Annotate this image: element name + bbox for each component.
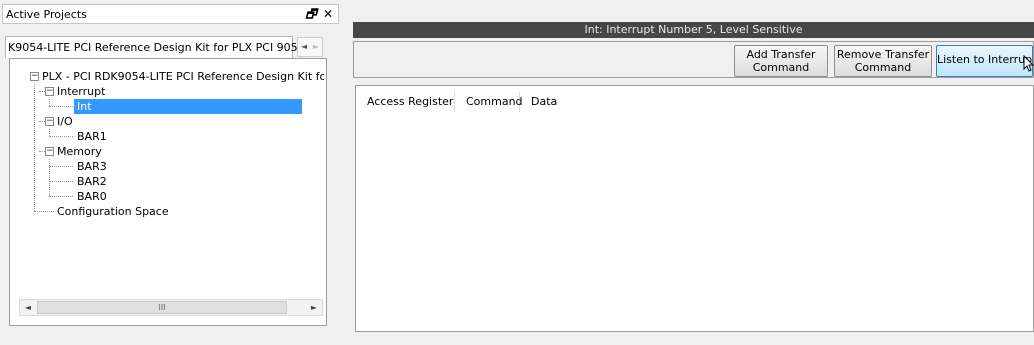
tree-node-label: BAR2 [77, 175, 107, 188]
scroll-thumb[interactable]: III [37, 301, 287, 314]
tree-node-label: I/O [57, 115, 73, 128]
tree-line [49, 196, 73, 197]
tab-scroll-right-icon[interactable]: ► [310, 38, 322, 56]
button-label-line1: Remove Transfer [836, 48, 930, 61]
tree-node-label: Int [74, 99, 302, 114]
collapse-icon[interactable]: − [45, 87, 54, 96]
tree-node-label: BAR1 [77, 130, 107, 143]
tree-node-label: BAR0 [77, 190, 107, 203]
project-tab[interactable]: K9054-LITE PCI Reference Design Kit for … [5, 36, 305, 58]
column-header-access-register[interactable]: Access Register [356, 92, 455, 112]
tree-node-label: PLX - PCI RDK9054-LITE PCI Reference Des… [42, 70, 324, 83]
grid-header: Access Register Command Data [356, 92, 560, 112]
collapse-icon[interactable]: − [45, 117, 54, 126]
tab-scroll-buttons: ◄ ► [297, 37, 323, 57]
add-transfer-command-button[interactable]: Add Transfer Command [734, 45, 828, 77]
button-label: Listen to Interrupts [937, 53, 1033, 66]
detail-title-bar: Int: Interrupt Number 5, Level Sensitive [353, 22, 1034, 38]
column-header-data[interactable]: Data [520, 92, 560, 112]
collapse-icon[interactable]: − [30, 72, 39, 81]
tree-node-label: BAR3 [77, 160, 107, 173]
remove-transfer-command-button[interactable]: Remove Transfer Command [834, 45, 932, 77]
button-label-line2: Command [752, 61, 810, 74]
tree-line [49, 181, 73, 182]
panel-header: Active Projects 🗗 ✕ [2, 4, 339, 24]
tree-line [49, 106, 73, 107]
column-header-command[interactable]: Command [455, 92, 523, 112]
button-label-line1: Add Transfer [746, 48, 816, 61]
close-icon[interactable]: ✕ [321, 6, 335, 22]
listen-to-interrupts-button[interactable]: Listen to Interrupts [936, 45, 1033, 77]
horizontal-scrollbar[interactable]: ◄ III ► [19, 299, 323, 316]
collapse-icon[interactable]: − [45, 147, 54, 156]
panel-title: Active Projects [6, 8, 87, 21]
tab-scroll-left-icon[interactable]: ◄ [298, 38, 310, 56]
button-label-line2: Command [854, 61, 912, 74]
transfer-detail-panel: Int: Interrupt Number 5, Level Sensitive… [353, 22, 1034, 332]
tree-line [34, 84, 35, 211]
tree-node-label: Configuration Space [57, 205, 169, 218]
float-window-icon[interactable]: 🗗 [304, 6, 318, 22]
tree-line [49, 136, 73, 137]
tree-line [49, 129, 50, 136]
tree-line [49, 99, 50, 106]
tree-node-label: Interrupt [57, 85, 106, 98]
tree-line [34, 211, 54, 212]
tree-line [49, 159, 50, 196]
transfer-commands-grid[interactable]: Access Register Command Data [355, 85, 1034, 332]
project-tree: − PLX - PCI RDK9054-LITE PCI Reference D… [20, 67, 324, 293]
mouse-cursor-icon [1023, 55, 1034, 72]
scroll-left-icon[interactable]: ◄ [20, 300, 36, 315]
project-tab-label: K9054-LITE PCI Reference Design Kit for … [8, 41, 305, 54]
toolbar: Add Transfer Command Remove Transfer Com… [353, 41, 1034, 78]
tree-line [49, 166, 73, 167]
tree-node-label: Memory [57, 145, 102, 158]
scroll-right-icon[interactable]: ► [306, 300, 322, 315]
active-projects-panel: Active Projects 🗗 ✕ K9054-LITE PCI Refer… [0, 0, 341, 345]
